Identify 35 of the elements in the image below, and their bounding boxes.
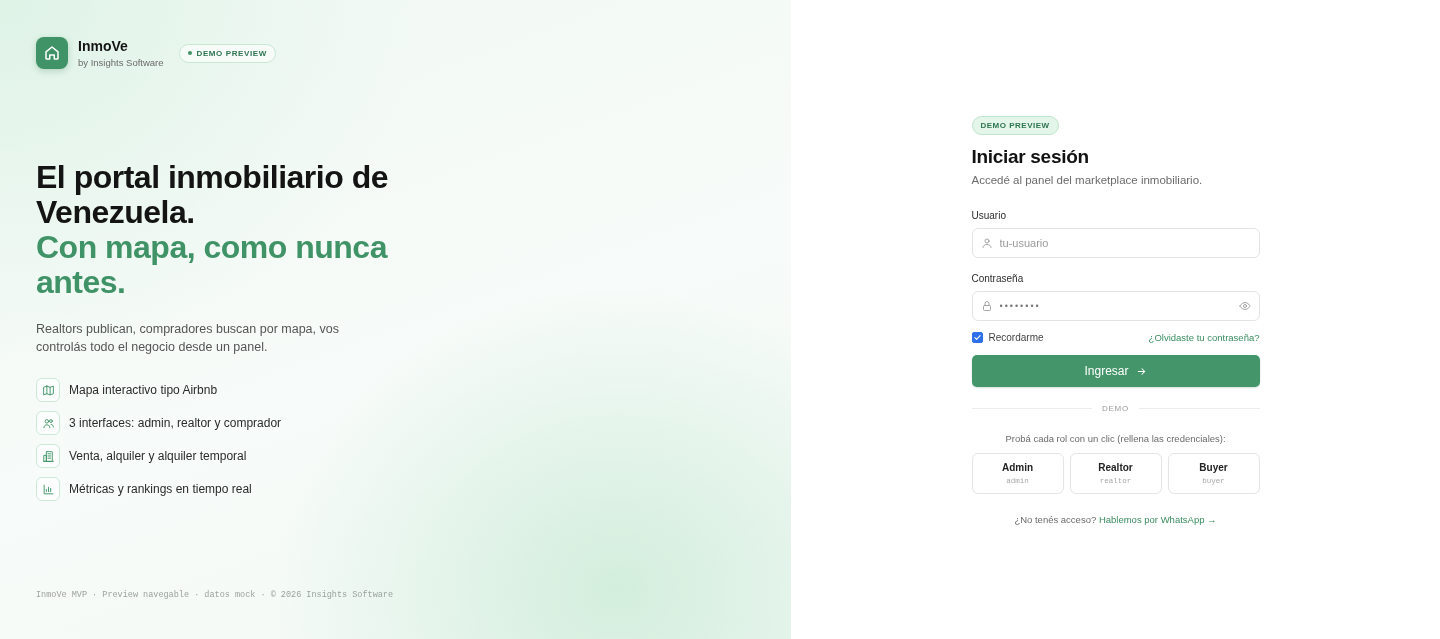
description: Realtors publican, compradores buscan por mapa, vos controlás todo el negocio desde un panel.: [36, 321, 340, 356]
login-title: Iniciar sesión: [971, 146, 1090, 168]
help-text: ¿No tenés acceso? Hablemos por WhatsApp →: [1014, 514, 1217, 525]
footer-text: InmoVe MVP · Preview navegable · datos mock · © 2026 Insights Software: [36, 590, 394, 600]
remember-label: Recordarme: [988, 332, 1044, 343]
divider-label: DEMO: [1101, 404, 1130, 413]
users-icon: [36, 411, 60, 435]
headline: El portal inmobiliario de Venezuela.: [36, 160, 389, 230]
whatsapp-link[interactable]: Hablemos por WhatsApp →: [1098, 514, 1217, 525]
lock-icon: [980, 300, 993, 312]
person-icon: [980, 237, 993, 249]
feature-label: 3 interfaces: admin, realtor y comprador: [69, 416, 282, 430]
login-subtitle: Accedé al panel del marketplace inmobiliario.: [971, 174, 1204, 186]
password-field[interactable]: ••••••••: [971, 291, 1260, 321]
brand-name: InmoVe: [78, 38, 129, 54]
brand-byline: by Insights Software: [78, 57, 164, 68]
house-logo-icon: [36, 37, 68, 69]
field-label: Contraseña: [971, 273, 1024, 284]
forgot-password-link[interactable]: ¿Olvidaste tu contraseña?: [1148, 332, 1260, 343]
username-field[interactable]: tu-usuario: [971, 228, 1260, 258]
feature-label: Mapa interactivo tipo Airbnb: [69, 383, 218, 397]
dot-icon: [187, 51, 192, 55]
building-icon: [36, 444, 60, 468]
arrow-icon: [1135, 365, 1147, 377]
feature-label: Venta, alquiler y alquiler temporal: [69, 449, 247, 463]
feature-label: Métricas y rankings en tiempo real: [69, 482, 252, 496]
map-icon: [36, 378, 60, 402]
demo-prompt: Probá cada rol con un clic (rellena las credenciales):: [1004, 433, 1227, 444]
badge-text: DEMO PREVIEW: [196, 48, 267, 58]
remember-checkbox[interactable]: [971, 332, 983, 343]
login-button[interactable]: Ingresar: [971, 355, 1260, 387]
field-label: Usuario: [971, 210, 1006, 221]
bar-chart-icon: [36, 477, 60, 501]
headline-accent: Con mapa, como nunca antes.: [36, 230, 389, 300]
preview-badge: DEMO PREVIEW: [971, 116, 1059, 135]
